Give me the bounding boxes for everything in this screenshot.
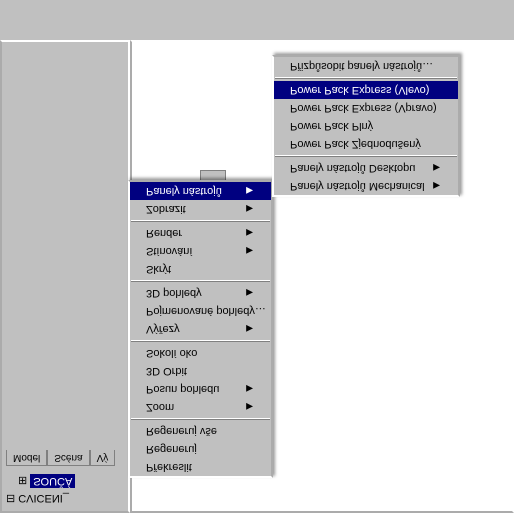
menu-item[interactable]: Panely nástrojů Mechanical ▶ <box>274 177 458 195</box>
menu-item[interactable]: Power Pack Zjednodušený <box>274 135 458 153</box>
zobrazit-menu: PřekreslitRegenerujRegeneruj všeZoom▶Pos… <box>128 180 273 478</box>
submenu-arrow-icon: ▶ <box>246 384 253 395</box>
menu-item[interactable]: Zoom ▶ <box>130 398 271 416</box>
menu-item[interactable]: 3D pohledy ▶ <box>130 284 271 302</box>
menu-item-label: Power Pack Zjednodušený <box>290 138 421 150</box>
menu-item-label: Stínování <box>146 245 192 257</box>
menu-item[interactable]: Power Pack Express (Vlevo) <box>274 81 458 99</box>
tree-item[interactable]: ⊞SOUČÁ <box>6 472 124 490</box>
submenu-arrow-icon: ▶ <box>246 204 253 215</box>
submenu-arrow-icon: ▶ <box>246 186 253 197</box>
menu-item-label: Výřezy <box>146 323 180 335</box>
menu-item[interactable]: Přizpůsobit panely nástrojů… <box>274 57 458 75</box>
submenu-arrow-icon: ▶ <box>433 181 440 192</box>
expand-icon[interactable]: ⊟ <box>6 492 15 505</box>
menu-item[interactable]: Render ▶ <box>130 224 271 242</box>
submenu-arrow-icon: ▶ <box>246 246 253 257</box>
sidebar: ⊟CVICENI_⊞SOUČÁ ModelScénaVý <box>0 40 130 513</box>
expand-icon[interactable]: ⊞ <box>18 475 27 488</box>
sidebar-tabs: ModelScénaVý <box>6 450 124 466</box>
menu-item[interactable]: Pojmenované pohledy… <box>130 302 271 320</box>
menu-item-label: Panely nástrojů Mechanical <box>290 180 425 192</box>
menu-item[interactable]: Posun pohledu ▶ <box>130 380 271 398</box>
menu-item[interactable]: Regeneruj <box>130 440 271 458</box>
menu-item-label: Přizpůsobit panely nástrojů… <box>290 60 433 72</box>
menu-item-label: 3D pohledy <box>146 287 202 299</box>
submenu-arrow-icon: ▶ <box>246 402 253 413</box>
menu-item[interactable]: Regeneruj vše <box>130 422 271 440</box>
tab-scéna[interactable]: Scéna <box>47 450 89 466</box>
menu-item[interactable]: Výřezy ▶ <box>130 320 271 338</box>
menu-item[interactable]: Překreslit <box>130 458 271 476</box>
menu-item[interactable]: Zobrazit ▶ <box>130 200 271 218</box>
menu-item-label: Panely nástrojů Desktopu <box>290 162 415 174</box>
menu-item-label: Zoom <box>146 401 174 413</box>
submenu-arrow-icon: ▶ <box>246 288 253 299</box>
tree-label: SOUČÁ <box>30 474 75 488</box>
menu-item-label: Překreslit <box>146 461 192 473</box>
tree-item[interactable]: ⊟CVICENI_ <box>6 490 124 507</box>
menu-item-label: 3D Orbit <box>146 365 187 377</box>
menu-item[interactable]: Sokolí oko <box>130 344 271 362</box>
menu-item-label: Skrýt <box>146 263 171 275</box>
menu-item-label: Power Pack Express (Vlevo) <box>290 84 429 96</box>
menu-item-label: Panely nástrojů <box>146 185 222 197</box>
menu-item[interactable]: Power Pack Express (Vpravo) <box>274 99 458 117</box>
menu-item-label: Power Pack Plný <box>290 120 373 132</box>
menu-item[interactable]: Skrýt <box>130 260 271 278</box>
menu-item-label: Pojmenované pohledy… <box>146 305 266 317</box>
tab-vý[interactable]: Vý <box>90 450 116 466</box>
submenu-arrow-icon: ▶ <box>433 163 440 174</box>
tree-label: CVICENI_ <box>18 493 69 505</box>
menu-item-label: Regeneruj vše <box>146 425 217 437</box>
menu-item-label: Render <box>146 227 182 239</box>
menu-item-label: Zobrazit <box>146 203 186 215</box>
menu-item[interactable]: Panely nástrojů Desktopu ▶ <box>274 159 458 177</box>
menu-item-label: Posun pohledu <box>146 383 219 395</box>
menu-item[interactable]: Panely nástrojů ▶ <box>130 182 271 200</box>
panely-nastroju-submenu: Panely nástrojů Mechanical▶Panely nástro… <box>272 55 460 197</box>
tab-model[interactable]: Model <box>6 450 47 466</box>
menu-item-label: Regeneruj <box>146 443 197 455</box>
menu-item-label: Power Pack Express (Vpravo) <box>290 102 437 114</box>
menu-item[interactable]: Stínování ▶ <box>130 242 271 260</box>
menu-item-label: Sokolí oko <box>146 347 197 359</box>
submenu-arrow-icon: ▶ <box>246 228 253 239</box>
submenu-arrow-icon: ▶ <box>246 324 253 335</box>
menu-item[interactable]: Power Pack Plný <box>274 117 458 135</box>
menu-item[interactable]: 3D Orbit <box>130 362 271 380</box>
